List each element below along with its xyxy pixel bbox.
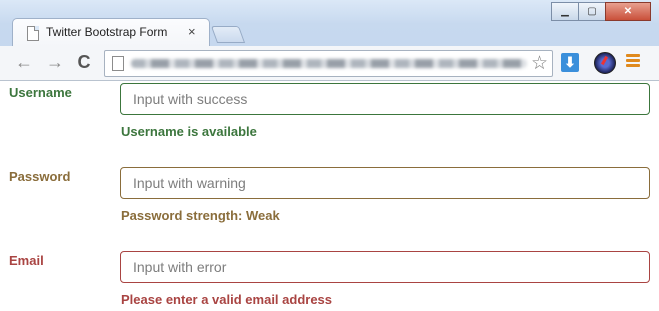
password-label: Password <box>9 169 71 184</box>
address-bar[interactable]: ☆ <box>104 50 553 77</box>
username-help-text: Username is available <box>121 124 257 139</box>
email-help-text: Please enter a valid email address <box>121 292 333 307</box>
tab-active[interactable]: Twitter Bootstrap Form × <box>12 18 210 47</box>
extension-icon[interactable] <box>594 52 616 74</box>
new-tab-button[interactable] <box>210 26 246 43</box>
bookmark-star-icon[interactable]: ☆ <box>531 52 548 75</box>
forward-button[interactable]: → <box>45 53 65 73</box>
bootstrap-form: Username Username is available Password … <box>0 81 659 311</box>
browser-toolbar: ← → C ☆ ⬇ <box>0 46 659 81</box>
document-icon <box>27 26 39 41</box>
tab-title: Twitter Bootstrap Form <box>46 25 168 39</box>
email-label: Email <box>9 253 44 268</box>
reload-button[interactable]: C <box>74 53 94 73</box>
minimize-button[interactable]: ▁ <box>551 2 579 21</box>
close-window-button[interactable]: ✕ <box>605 2 651 21</box>
maximize-button[interactable]: ▢ <box>578 2 606 21</box>
menu-icon[interactable] <box>626 54 640 69</box>
username-input[interactable] <box>120 83 650 115</box>
tab-close-icon[interactable]: × <box>188 24 196 39</box>
back-button[interactable]: ← <box>14 53 34 73</box>
browser-chrome: Twitter Bootstrap Form × ▁ ▢ ✕ ← → C ☆ ⬇ <box>0 0 659 81</box>
download-icon[interactable]: ⬇ <box>561 53 579 72</box>
password-input[interactable] <box>120 167 650 199</box>
page-icon <box>112 56 124 71</box>
email-input[interactable] <box>120 251 650 283</box>
password-help-text: Password strength: Weak <box>121 208 280 223</box>
username-label: Username <box>9 85 72 100</box>
url-text-blurred <box>131 59 527 68</box>
window-controls: ▁ ▢ ✕ <box>551 2 651 21</box>
